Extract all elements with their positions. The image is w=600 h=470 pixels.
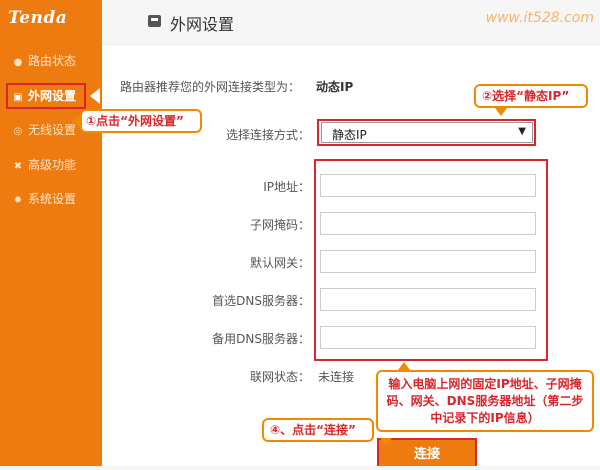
tools-icon: ✖ [13, 161, 23, 172]
status-label: 联网状态： [249, 370, 310, 384]
watermark: www.it528.com [485, 10, 594, 26]
sidebar-item-wireless[interactable]: ◎ 无线设置 [12, 119, 76, 141]
sidebar-item-label: 路由状态 [28, 54, 77, 68]
secondary-dns-input[interactable] [320, 326, 536, 349]
gear-icon: ✹ [13, 195, 23, 206]
dns2-label: 备用DNS服务器： [212, 332, 310, 346]
gateway-input[interactable] [320, 250, 536, 273]
callout-step4-pointer [380, 438, 392, 446]
router-icon [148, 15, 161, 27]
ip-label: IP地址： [263, 180, 310, 194]
callout-step4: ④、点击“连接” [262, 418, 374, 442]
wifi-icon: ◎ [13, 126, 23, 137]
connect-button[interactable]: 连接 [377, 438, 477, 466]
ip-address-input[interactable] [320, 174, 536, 197]
sidebar-item-system[interactable]: ✹ 系统设置 [12, 188, 76, 210]
callout-step1-pointer [72, 115, 80, 127]
sidebar: Tenda ● 路由状态 ▣ 外网设置 ◎ 无线设置 ✖ 高级功能 ✹ 系统设置 [0, 0, 102, 466]
page-title: 外网设置 [170, 15, 235, 34]
dns1-label: 首选DNS服务器： [212, 294, 310, 308]
active-item-highlight [6, 83, 86, 109]
callout-step1: ①点击“外网设置” [80, 109, 202, 133]
tenda-logo: Tenda [8, 8, 68, 28]
subnet-label: 子网掩码： [249, 218, 310, 232]
primary-dns-input[interactable] [320, 288, 536, 311]
sidebar-item-router-status[interactable]: ● 路由状态 [12, 50, 76, 72]
callout-step2-pointer [495, 108, 507, 116]
recommend-label: 路由器推荐您的外网连接类型为： [120, 80, 301, 94]
gateway-label: 默认网关： [249, 256, 310, 270]
select-highlight-box [317, 119, 536, 146]
status-value: 未连接 [318, 370, 355, 384]
subnet-mask-input[interactable] [320, 212, 536, 235]
callout-step3-pointer [398, 362, 410, 370]
circle-icon: ● [13, 57, 23, 68]
active-pointer [90, 88, 100, 104]
callout-step3: 输入电脑上网的固定IP地址、子网掩码、网关、DNS服务器地址（第二步中记录下的I… [376, 370, 594, 432]
sidebar-item-label: 无线设置 [28, 123, 77, 137]
sidebar-item-label: 高级功能 [28, 158, 77, 172]
callout-step2: ②选择“静态IP” [474, 84, 588, 108]
recommend-value: 动态IP [316, 80, 354, 94]
sidebar-item-label: 系统设置 [28, 192, 77, 206]
sidebar-item-advanced[interactable]: ✖ 高级功能 [12, 154, 76, 176]
page-header: 外网设置 www.it528.com [102, 0, 600, 45]
